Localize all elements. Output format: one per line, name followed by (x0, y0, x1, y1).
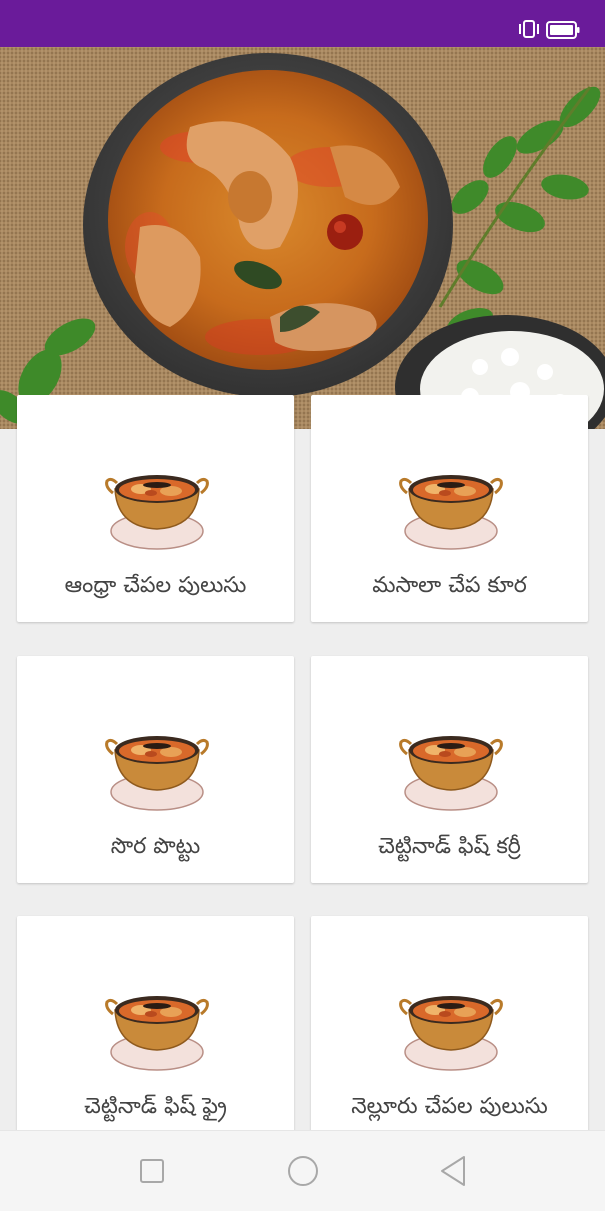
recipe-title: మసాలా చేప కూర (372, 573, 527, 598)
recipe-title: సొర పొట్టు (110, 834, 201, 859)
navigation-bar (0, 1130, 605, 1211)
recipe-title: చెట్టినాడ్ ఫిష్ కర్రీ (378, 834, 521, 859)
recipe-grid: ఆంధ్రా చేపల పులుసు మసాలా చేప కూర సొర పొట్ట… (0, 395, 605, 1130)
home-icon[interactable] (283, 1153, 323, 1189)
recipe-title: నెల్లూరు చేపల పులుసు (351, 1094, 548, 1119)
curry-bowl-icon (105, 996, 209, 1071)
curry-bowl-icon (399, 736, 503, 811)
status-bar (0, 0, 605, 47)
battery-icon (546, 21, 580, 39)
recipe-card[interactable]: మసాలా చేప కూర (311, 395, 588, 622)
recipe-card[interactable]: సొర పొట్టు (17, 656, 294, 883)
recipe-card[interactable]: ఆంధ్రా చేపల పులుసు (17, 395, 294, 622)
curry-bowl-icon (399, 996, 503, 1071)
curry-bowl-icon (105, 475, 209, 550)
hero-image (0, 47, 605, 429)
curry-bowl-icon (105, 736, 209, 811)
recipe-card[interactable]: చెట్టినాడ్ ఫిష్ ఫ్రై (17, 916, 294, 1130)
recipe-title: చెట్టినాడ్ ఫిష్ ఫ్రై (84, 1094, 227, 1119)
recipe-card[interactable]: చెట్టినాడ్ ఫిష్ కర్రీ (311, 656, 588, 883)
vibrate-icon (519, 20, 539, 38)
recipe-card[interactable]: నెల్లూరు చేపల పులుసు (311, 916, 588, 1130)
curry-bowl-icon (399, 475, 503, 550)
recipe-title: ఆంధ్రా చేపల పులుసు (64, 573, 247, 598)
recent-apps-icon[interactable] (132, 1153, 172, 1189)
back-icon[interactable] (434, 1153, 474, 1189)
